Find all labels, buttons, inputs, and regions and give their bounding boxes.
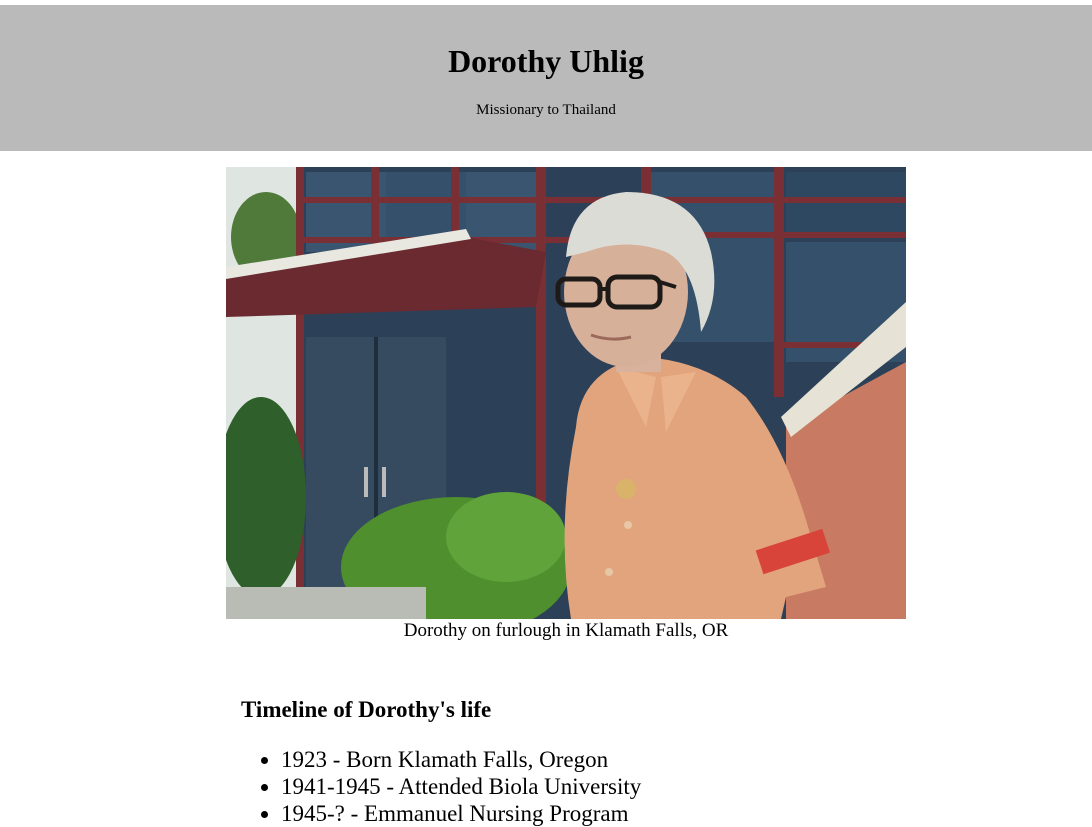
page-subtitle: Missionary to Thailand <box>476 102 616 118</box>
portrait-photo <box>226 167 906 619</box>
timeline-item: 1945-? - Emmanuel Nursing Program <box>281 800 641 827</box>
timeline-item: 1941-1945 - Attended Biola University <box>281 773 641 800</box>
timeline-heading: Timeline of Dorothy's life <box>241 697 492 722</box>
photo-caption: Dorothy on furlough in Klamath Falls, OR <box>403 620 729 641</box>
timeline-item: 1923 - Born Klamath Falls, Oregon <box>281 746 641 773</box>
page-title: Dorothy Uhlig <box>448 43 644 79</box>
page-header: Dorothy Uhlig Missionary to Thailand <box>0 5 1092 151</box>
